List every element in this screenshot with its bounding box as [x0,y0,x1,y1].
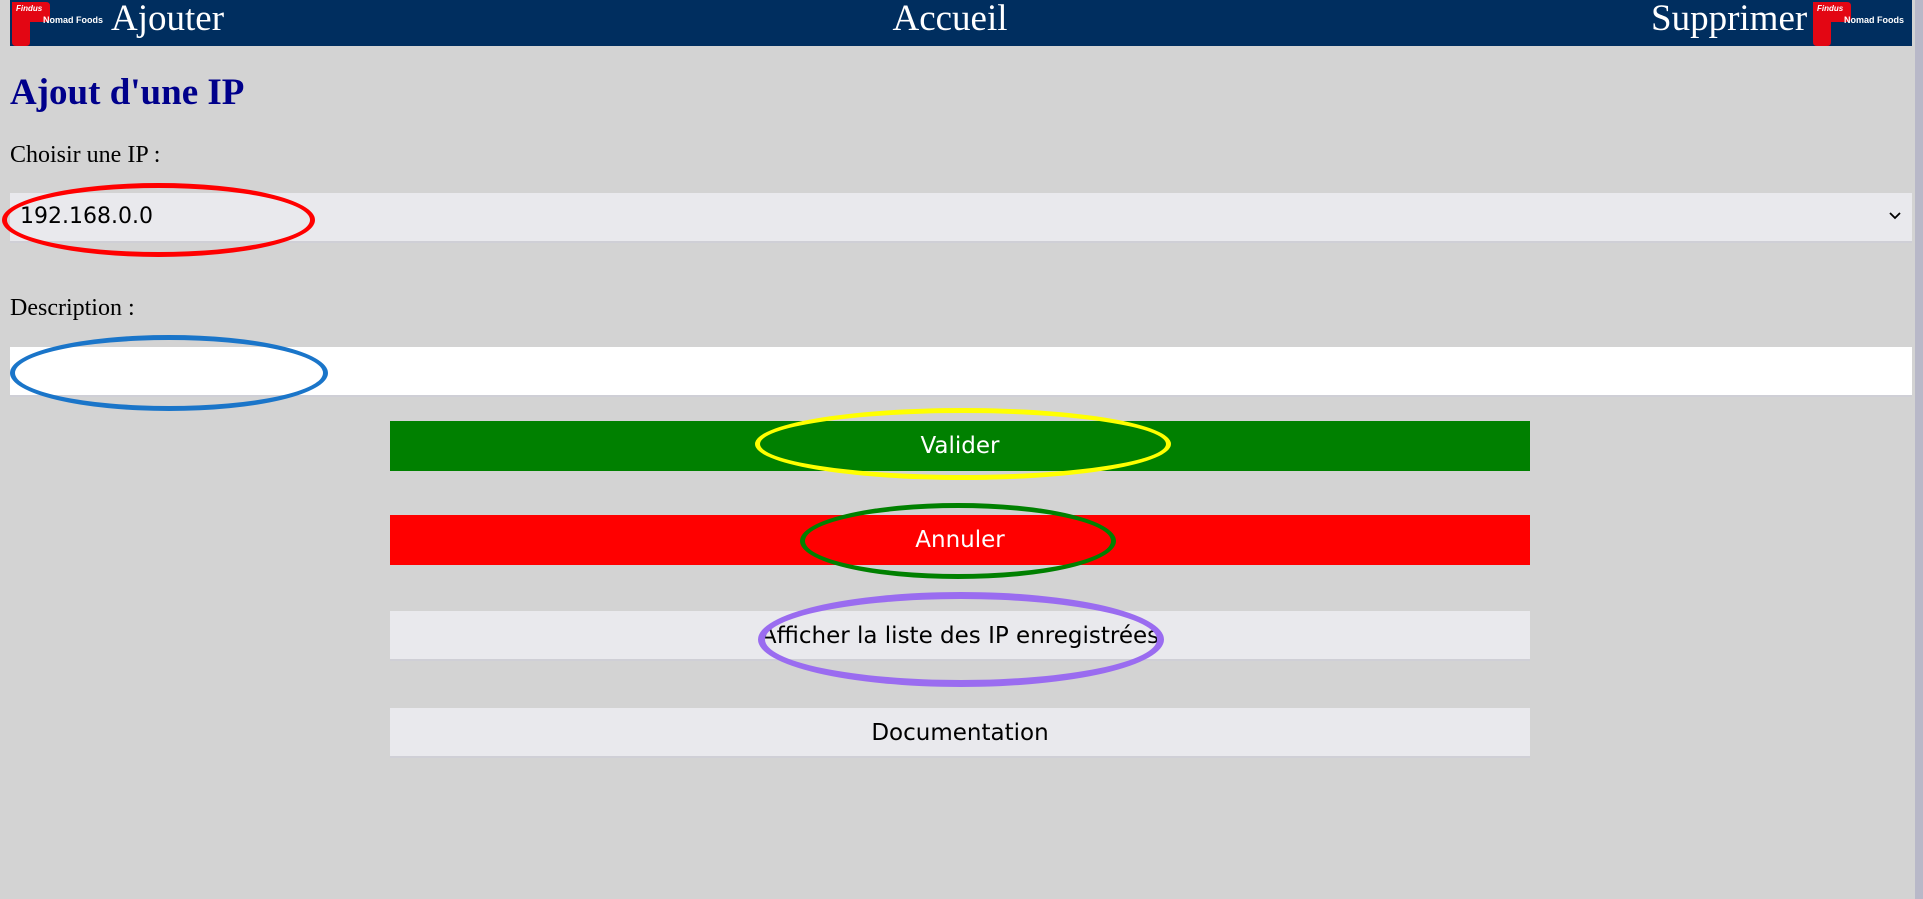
list-ip-button[interactable]: Afficher la liste des IP enregistrées [390,611,1530,661]
window-edge-strip [1915,0,1923,899]
findus-nomad-foods-logo-left: Findus Nomad Foods [10,0,111,46]
description-input[interactable] [10,347,1912,397]
svg-text:Findus: Findus [16,4,43,13]
chevron-down-icon [1889,212,1901,220]
description-label: Description : [10,295,135,321]
page-title: Ajout d'une IP [10,72,245,113]
validate-button[interactable]: Valider [390,421,1530,471]
svg-text:Nomad Foods: Nomad Foods [43,15,103,25]
nav-home-link[interactable]: Accueil [880,0,1020,38]
documentation-button[interactable]: Documentation [390,708,1530,758]
cancel-button[interactable]: Annuler [390,515,1530,565]
top-navbar: Findus Nomad Foods Ajouter Accueil Suppr… [10,0,1912,46]
findus-nomad-foods-logo-right: Findus Nomad Foods [1811,0,1912,46]
ip-select-value: 192.168.0.0 [20,204,153,229]
ip-select-label: Choisir une IP : [10,142,161,168]
ip-select[interactable]: 192.168.0.0 [10,193,1912,243]
nav-add-link[interactable]: Ajouter [111,0,224,38]
svg-text:Nomad Foods: Nomad Foods [1844,15,1904,25]
svg-text:Findus: Findus [1817,4,1844,13]
nav-delete-link[interactable]: Supprimer [1651,0,1807,38]
page: Findus Nomad Foods Ajouter Accueil Suppr… [0,0,1923,899]
